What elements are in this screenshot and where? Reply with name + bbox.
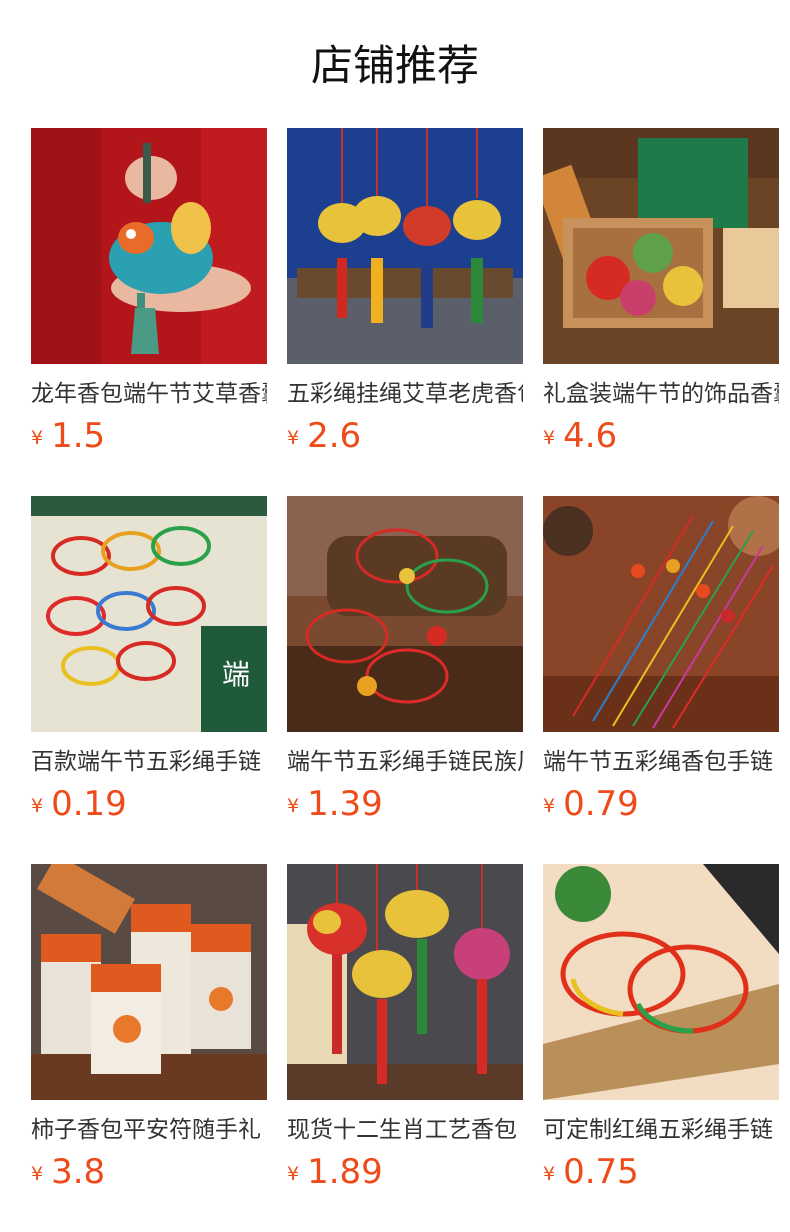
price-amount: 2.6 xyxy=(307,416,362,456)
product-name[interactable]: 礼盒装端午节的饰品香囊 xyxy=(543,377,779,411)
product-image[interactable] xyxy=(287,128,523,364)
product-name[interactable]: 端午节五彩绳香包手链 xyxy=(543,745,779,779)
product-image[interactable] xyxy=(31,128,267,364)
svg-text:端: 端 xyxy=(222,658,250,691)
product-name[interactable]: 五彩绳挂绳艾草老虎香包 xyxy=(287,377,523,411)
currency-symbol: ¥ xyxy=(31,427,44,449)
product-name[interactable]: 百款端午节五彩绳手链 xyxy=(31,745,267,779)
price-amount: 4.6 xyxy=(563,416,618,456)
product-card[interactable]: 现货十二生肖工艺香包 ¥1.89 xyxy=(287,864,523,1192)
currency-symbol: ¥ xyxy=(543,1163,556,1185)
price-amount: 0.19 xyxy=(51,784,127,824)
currency-symbol: ¥ xyxy=(287,427,300,449)
product-price: ¥0.75 xyxy=(543,1152,639,1192)
product-price: ¥1.5 xyxy=(31,416,105,456)
currency-symbol: ¥ xyxy=(543,427,556,449)
product-card[interactable]: 礼盒装端午节的饰品香囊 ¥4.6 xyxy=(543,128,779,456)
price-amount: 1.89 xyxy=(307,1152,383,1192)
product-image[interactable] xyxy=(543,128,779,364)
page-title: 店铺推荐 xyxy=(310,41,479,90)
product-card[interactable]: 可定制红绳五彩绳手链 ¥0.75 xyxy=(543,864,779,1192)
price-amount: 3.8 xyxy=(51,1152,106,1192)
product-price: ¥1.39 xyxy=(287,784,383,824)
header: 店铺推荐 xyxy=(0,0,790,128)
product-price: ¥0.79 xyxy=(543,784,639,824)
price-amount: 0.75 xyxy=(563,1152,639,1192)
product-name[interactable]: 可定制红绳五彩绳手链 xyxy=(543,1113,779,1147)
product-card[interactable]: 龙年香包端午节艾草香囊 ¥1.5 xyxy=(31,128,267,456)
product-card[interactable]: 端午节五彩绳手链民族风 ¥1.39 xyxy=(287,496,523,824)
currency-symbol: ¥ xyxy=(287,795,300,817)
product-card[interactable]: 端 百款端午节五彩绳手链 ¥0.19 xyxy=(31,496,267,824)
product-name[interactable]: 龙年香包端午节艾草香囊 xyxy=(31,377,267,411)
product-image[interactable] xyxy=(287,496,523,732)
price-amount: 1.39 xyxy=(307,784,383,824)
product-card[interactable]: 柿子香包平安符随手礼 ¥3.8 xyxy=(31,864,267,1192)
product-price: ¥3.8 xyxy=(31,1152,105,1192)
product-card[interactable]: 五彩绳挂绳艾草老虎香包 ¥2.6 xyxy=(287,128,523,456)
product-image[interactable] xyxy=(287,864,523,1100)
currency-symbol: ¥ xyxy=(31,795,44,817)
product-image[interactable] xyxy=(31,864,267,1100)
currency-symbol: ¥ xyxy=(287,1163,300,1185)
product-price: ¥1.89 xyxy=(287,1152,383,1192)
price-amount: 0.79 xyxy=(563,784,639,824)
currency-symbol: ¥ xyxy=(543,795,556,817)
product-image[interactable] xyxy=(543,496,779,732)
product-price: ¥0.19 xyxy=(31,784,127,824)
product-price: ¥4.6 xyxy=(543,416,617,456)
product-name[interactable]: 柿子香包平安符随手礼 xyxy=(31,1113,267,1147)
price-amount: 1.5 xyxy=(51,416,106,456)
currency-symbol: ¥ xyxy=(31,1163,44,1185)
product-image[interactable] xyxy=(543,864,779,1100)
product-name[interactable]: 现货十二生肖工艺香包 xyxy=(287,1113,523,1147)
product-image[interactable]: 端 xyxy=(31,496,267,732)
product-name[interactable]: 端午节五彩绳手链民族风 xyxy=(287,745,523,779)
product-card[interactable]: 端午节五彩绳香包手链 ¥0.79 xyxy=(543,496,779,824)
product-price: ¥2.6 xyxy=(287,416,361,456)
